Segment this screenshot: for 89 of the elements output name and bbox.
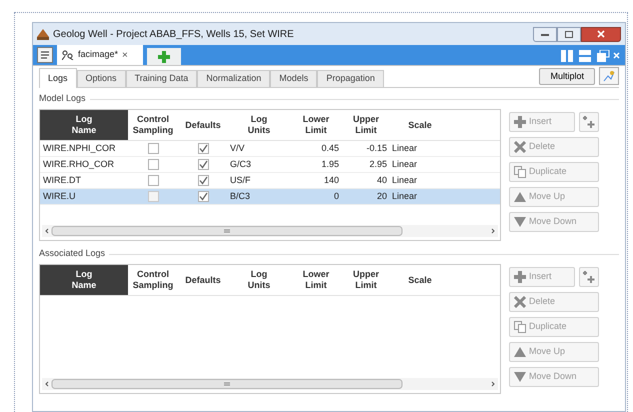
table-row[interactable]: WIRE.RHO_COR G/C3 1.95 2.95 Linear: [40, 157, 500, 173]
table-cell-text: 140: [322, 174, 340, 187]
table-cell-text: Linear: [391, 190, 418, 203]
table-cell-text: 40: [376, 174, 388, 187]
triangle-down-icon: [514, 372, 526, 382]
column-header[interactable]: Scale: [390, 265, 450, 295]
cross-icon: [514, 141, 526, 153]
column-header[interactable]: Defaults: [178, 110, 228, 140]
copy-icon: [514, 321, 526, 333]
people-icon: [62, 50, 74, 60]
chart-icon: [603, 70, 615, 82]
table-cell-text: B/C3: [229, 190, 252, 203]
tab[interactable]: Normalization: [197, 70, 270, 87]
column-header[interactable]: Control Sampling: [128, 265, 178, 295]
menu-icon: [40, 51, 50, 59]
menu-button[interactable]: [37, 47, 53, 63]
table-row[interactable]: WIRE.U B/C3 0 20 Linear: [40, 189, 500, 205]
document-tab-label: facimage*: [78, 48, 118, 62]
triangle-up-icon: [514, 192, 526, 202]
table-cell-text: 1.95: [320, 158, 340, 171]
table-cell-text: 2.95: [368, 158, 388, 171]
plus-icon: [514, 271, 526, 283]
add-variant-button[interactable]: [579, 267, 599, 287]
tab[interactable]: Logs: [39, 68, 77, 88]
section-title: Model Logs: [39, 92, 86, 106]
close-icon: [597, 30, 605, 38]
plus-icon: [583, 271, 595, 283]
table-cell-text: V/V: [229, 142, 246, 155]
table-cell-text: 0: [332, 190, 340, 203]
table-cell-text: Linear: [391, 174, 418, 187]
table-cell-text: WIRE.NPHI_COR: [42, 142, 117, 155]
column-header[interactable]: Lower Limit: [290, 110, 342, 140]
table-cell-text: -0.15: [365, 142, 388, 155]
horizontal-scrollbar[interactable]: [42, 225, 498, 237]
multiplot-button[interactable]: Multiplot: [539, 68, 595, 85]
section-title: Associated Logs: [39, 247, 106, 260]
column-header[interactable]: Log Name: [40, 265, 128, 295]
minimize-button[interactable]: [533, 26, 557, 42]
table-cell-text: WIRE.DT: [42, 174, 82, 187]
column-header[interactable]: Log Units: [228, 110, 290, 140]
column-header[interactable]: Upper Limit: [342, 110, 390, 140]
checkbox[interactable]: [198, 143, 208, 154]
close-button[interactable]: [581, 26, 621, 42]
plus-icon: [158, 50, 170, 62]
window-layout-icons[interactable]: [561, 50, 621, 62]
new-tab-button[interactable]: [147, 48, 181, 65]
tab[interactable]: Training Data: [126, 70, 198, 87]
checkbox[interactable]: [148, 143, 158, 154]
cross-icon: [514, 296, 526, 308]
checkbox[interactable]: [148, 159, 158, 170]
tab-close-button[interactable]: ×: [122, 48, 128, 62]
checkbox[interactable]: [198, 159, 208, 170]
column-header[interactable]: Log Units: [228, 265, 290, 295]
column-header[interactable]: Defaults: [178, 265, 228, 295]
table-cell-text: G/C3: [229, 158, 252, 171]
maximize-button[interactable]: [557, 26, 581, 42]
column-header[interactable]: Upper Limit: [342, 265, 390, 295]
table-cell-text: 0.45: [320, 142, 340, 155]
copy-icon: [514, 166, 526, 178]
minimize-icon: [541, 32, 549, 36]
add-variant-button[interactable]: [579, 112, 599, 132]
triangle-up-icon: [514, 347, 526, 357]
triangle-down-icon: [514, 217, 526, 227]
chart-settings-button[interactable]: [599, 67, 619, 85]
column-header[interactable]: Control Sampling: [128, 110, 178, 140]
column-header[interactable]: Lower Limit: [290, 265, 342, 295]
document-tab[interactable]: facimage* ×: [57, 45, 143, 65]
tab[interactable]: Options: [76, 70, 126, 87]
checkbox[interactable]: [198, 191, 208, 202]
table-cell-text: WIRE.U: [42, 190, 76, 203]
maximize-icon: [565, 30, 573, 38]
app-logo-icon: [37, 28, 49, 40]
column-header[interactable]: Log Name: [40, 110, 128, 140]
column-header[interactable]: Scale: [390, 110, 450, 140]
plus-icon: [583, 116, 595, 128]
table-cell-text: Linear: [391, 158, 418, 171]
window-title: Geolog Well - Project ABAB_FFS, Wells 15, Set WIRE: [53, 28, 294, 42]
table-cell-text: WIRE.RHO_COR: [42, 158, 116, 171]
table-row[interactable]: WIRE.NPHI_COR V/V 0.45 -0.15 Linear: [40, 141, 500, 157]
checkbox[interactable]: [198, 175, 208, 186]
table-cell-text: US/F: [229, 174, 252, 187]
table-cell-text: 20: [376, 190, 388, 203]
plus-icon: [514, 116, 526, 128]
checkbox[interactable]: [148, 191, 158, 202]
checkbox[interactable]: [148, 175, 158, 186]
tab[interactable]: Models: [270, 70, 318, 87]
horizontal-scrollbar[interactable]: [42, 378, 498, 390]
tab[interactable]: Propagation: [317, 70, 384, 87]
table-cell-text: Linear: [391, 142, 418, 155]
